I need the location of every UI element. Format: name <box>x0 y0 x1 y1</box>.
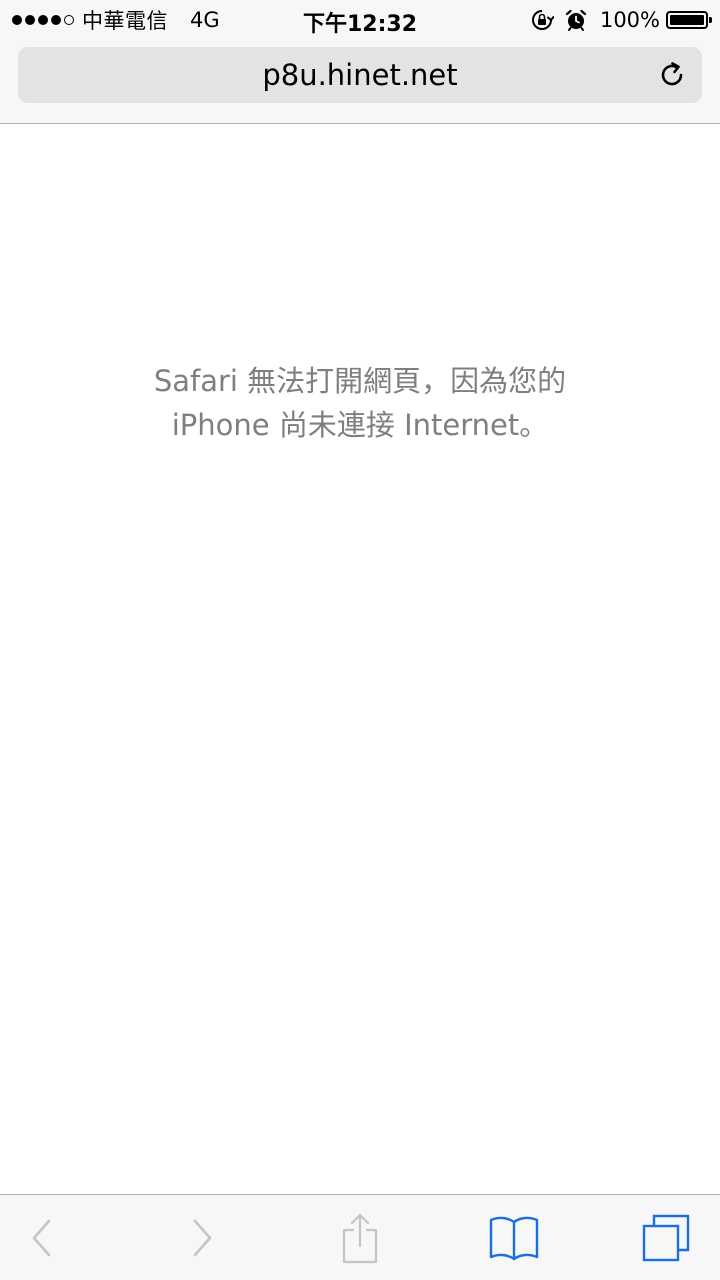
tabs-icon <box>642 1214 690 1262</box>
back-button[interactable] <box>16 1195 68 1280</box>
battery-cap <box>709 17 712 23</box>
error-line-1: Safari 無法打開網頁，因為您的 <box>153 364 567 398</box>
tabs-button[interactable] <box>636 1195 696 1280</box>
network-type: 4G <box>190 8 220 32</box>
battery-fill <box>670 15 704 25</box>
error-line-2: iPhone 尚未連接 Internet。 <box>171 408 549 442</box>
status-left: 中華電信 4G <box>12 7 220 33</box>
address-bar[interactable]: p8u.hinet.net <box>18 47 702 103</box>
chevron-left-icon <box>32 1219 51 1257</box>
status-time: 下午12:32 <box>302 12 418 37</box>
bookmarks-button[interactable] <box>484 1195 544 1280</box>
carrier-name: 中華電信 <box>82 9 168 33</box>
forward-button[interactable] <box>176 1195 228 1280</box>
orientation-lock-icon <box>531 10 554 30</box>
reload-icon[interactable] <box>656 59 688 91</box>
share-icon <box>342 1213 378 1264</box>
alarm-icon <box>565 9 587 31</box>
signal-dot <box>64 15 74 25</box>
signal-dot <box>51 15 61 25</box>
status-bar: 中華電信 4G 下午12:32 100% <box>0 0 720 40</box>
status-right: 100% <box>530 7 712 33</box>
page-content: Safari 無法打開網頁，因為您的 iPhone 尚未連接 Internet。 <box>0 124 720 1194</box>
url-text[interactable]: p8u.hinet.net <box>18 47 702 103</box>
safari-screen: 中華電信 4G 下午12:32 100% p8u.hinet.net Safar… <box>0 0 720 1280</box>
book-icon <box>489 1216 539 1261</box>
top-chrome: 中華電信 4G 下午12:32 100% p8u.hinet.net <box>0 0 720 124</box>
signal-strength-icon <box>12 15 74 25</box>
bottom-toolbar <box>0 1194 720 1280</box>
signal-dot <box>38 15 48 25</box>
chevron-right-icon <box>193 1219 212 1257</box>
signal-dot <box>12 15 22 25</box>
battery-icon <box>666 11 712 29</box>
share-button[interactable] <box>330 1195 390 1280</box>
no-connection-message: Safari 無法打開網頁，因為您的 iPhone 尚未連接 Internet。 <box>60 359 660 447</box>
battery-percentage: 100% <box>599 8 660 32</box>
signal-dot <box>25 15 35 25</box>
